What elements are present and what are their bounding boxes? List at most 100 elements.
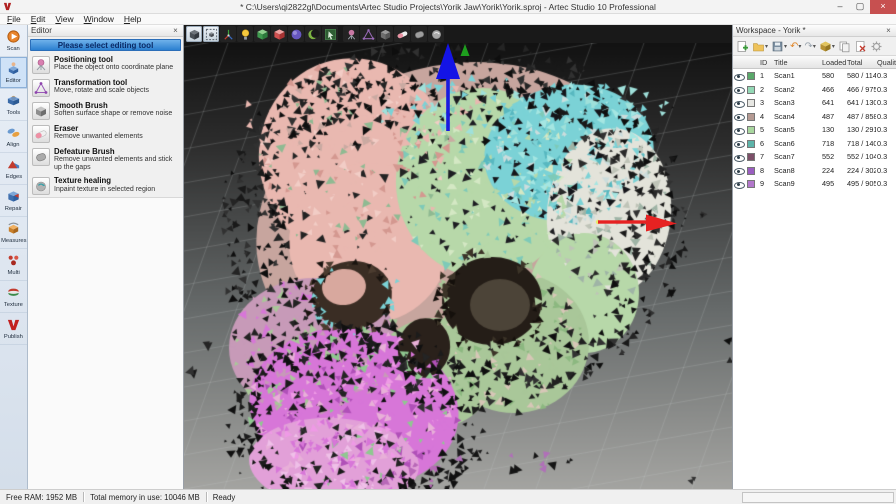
add-scan-button[interactable] bbox=[735, 39, 750, 54]
sidebar-item-edges[interactable]: Edges bbox=[0, 153, 27, 185]
column-header-id[interactable]: ID bbox=[759, 58, 773, 67]
z-axis-arrow[interactable] bbox=[436, 43, 460, 131]
transformation-tool-button[interactable] bbox=[360, 26, 376, 42]
tool-transformation[interactable]: Transformation toolMove, rotate and scal… bbox=[28, 76, 183, 99]
menu-view[interactable]: View bbox=[50, 14, 78, 24]
sidebar-item-editor[interactable]: Editor bbox=[0, 57, 27, 89]
table-row[interactable]: 5Scan5130130 / 291Mb0.3 bbox=[733, 123, 896, 137]
light-bulb-icon bbox=[239, 28, 252, 41]
menu-help[interactable]: Help bbox=[119, 14, 146, 24]
tool-positioning[interactable]: Positioning toolPlace the object onto co… bbox=[28, 53, 183, 76]
column-header-title[interactable]: Title bbox=[773, 58, 821, 67]
visibility-eye-icon[interactable] bbox=[733, 138, 746, 148]
undo-button[interactable]: ↶▾ bbox=[789, 39, 802, 54]
sidebar-item-texture[interactable]: Texture bbox=[0, 281, 27, 313]
scan-loaded: 641 bbox=[821, 98, 846, 107]
table-row[interactable]: 8Scan8224224 / 302Mb0.3 bbox=[733, 164, 896, 178]
workspace-panel-close-icon[interactable]: × bbox=[884, 26, 893, 35]
import-button[interactable]: ▾ bbox=[751, 39, 769, 54]
visibility-eye-icon[interactable] bbox=[733, 165, 746, 175]
scan-color-swatch bbox=[746, 85, 759, 94]
tool-eraser[interactable]: EraserRemove unwanted elements bbox=[28, 122, 183, 145]
scan-quality: 0.3 bbox=[876, 85, 896, 94]
package-button[interactable]: ▾ bbox=[818, 39, 836, 54]
visibility-eye-icon[interactable] bbox=[733, 179, 746, 189]
sidebar-item-repair[interactable]: Repair bbox=[0, 185, 27, 217]
save-button[interactable]: ▾ bbox=[770, 39, 788, 54]
visibility-eye-icon[interactable] bbox=[733, 125, 746, 135]
axes-button[interactable] bbox=[220, 26, 236, 42]
redo-caret-icon: ▾ bbox=[813, 43, 816, 50]
statusbar: Free RAM: 1952 MB Total memory in use: 1… bbox=[0, 489, 896, 504]
positioning-tool-icon bbox=[32, 56, 50, 74]
lighting-button[interactable] bbox=[237, 26, 253, 42]
x-axis-arrow[interactable] bbox=[596, 215, 677, 232]
sidebar-item-tools[interactable]: Tools bbox=[0, 89, 27, 121]
defeature-brush-button[interactable] bbox=[411, 26, 427, 42]
column-header-loaded[interactable]: Loaded bbox=[821, 58, 846, 67]
selection-button[interactable] bbox=[322, 26, 338, 42]
table-row[interactable]: 2Scan2466466 / 975Mb0.3 bbox=[733, 83, 896, 97]
sidebar-item-publish[interactable]: Publish bbox=[0, 313, 27, 345]
table-row[interactable]: 1Scan1580580 / 1145Mb0.3 bbox=[733, 69, 896, 83]
duplicate-button[interactable] bbox=[837, 39, 852, 54]
green-cube-button[interactable] bbox=[254, 26, 270, 42]
ready-status: Ready bbox=[207, 492, 242, 503]
settings-button[interactable] bbox=[869, 39, 884, 54]
menu-file[interactable]: File bbox=[2, 14, 26, 24]
sidebar-item-align[interactable]: Align bbox=[0, 121, 27, 153]
viewport-3d[interactable]: x bbox=[184, 43, 732, 489]
sphere-view-button[interactable] bbox=[288, 26, 304, 42]
texture-healing-button[interactable] bbox=[428, 26, 444, 42]
table-row[interactable]: 3Scan3641641 / 1306Mb0.3 bbox=[733, 96, 896, 110]
red-cube-button[interactable] bbox=[271, 26, 287, 42]
scan-id: 7 bbox=[759, 152, 773, 161]
close-button[interactable]: × bbox=[870, 0, 896, 14]
menu-edit[interactable]: Edit bbox=[26, 14, 51, 24]
visibility-eye-icon[interactable] bbox=[733, 152, 746, 162]
maximize-button[interactable]: ▢ bbox=[850, 0, 870, 14]
positioning-tool-button[interactable] bbox=[343, 26, 359, 42]
eraser-small-icon bbox=[396, 28, 409, 41]
scan-title: Scan6 bbox=[773, 139, 821, 148]
sidebar-item-measures[interactable]: Measures bbox=[0, 217, 27, 249]
scan-loaded: 224 bbox=[821, 166, 846, 175]
delete-scan-icon bbox=[854, 40, 867, 53]
crescent-button[interactable] bbox=[305, 26, 321, 42]
tool-smooth-brush[interactable]: Smooth BrushSoften surface shape or remo… bbox=[28, 99, 183, 122]
table-row[interactable]: 9Scan9495495 / 905Mb0.3 bbox=[733, 177, 896, 191]
shaded-view-button[interactable] bbox=[186, 26, 202, 42]
visibility-eye-icon[interactable] bbox=[733, 111, 746, 121]
minimize-button[interactable]: – bbox=[830, 0, 850, 14]
menu-window[interactable]: Window bbox=[79, 14, 119, 24]
table-row[interactable]: 7Scan7552552 / 1045Mb0.3 bbox=[733, 150, 896, 164]
scan-icon bbox=[6, 29, 21, 44]
publish-icon bbox=[6, 317, 21, 332]
visibility-eye-icon[interactable] bbox=[733, 71, 746, 81]
texture-healing-icon bbox=[32, 177, 50, 195]
visibility-eye-icon[interactable] bbox=[733, 84, 746, 94]
column-header-total[interactable]: Total bbox=[846, 58, 876, 67]
scan-id: 5 bbox=[759, 125, 773, 134]
table-row[interactable]: 6Scan6718718 / 1401Mb0.3 bbox=[733, 137, 896, 151]
sidebar-item-multi[interactable]: Multi bbox=[0, 249, 27, 281]
undo-icon: ↶ bbox=[790, 40, 798, 53]
tool-defeature-brush[interactable]: Defeature BrushRemove unwanted elements … bbox=[28, 145, 183, 174]
eraser-button[interactable] bbox=[394, 26, 410, 42]
fit-view-button[interactable] bbox=[203, 26, 219, 42]
editor-banner: Please select editing tool bbox=[30, 39, 181, 51]
smooth-brush-button[interactable] bbox=[377, 26, 393, 42]
delete-scan-button[interactable] bbox=[853, 39, 868, 54]
settings-gear-icon bbox=[870, 40, 883, 53]
scan-total: 552 / 1045Mb bbox=[846, 152, 876, 161]
y-axis-arrow[interactable] bbox=[461, 44, 470, 56]
visibility-eye-icon[interactable] bbox=[733, 98, 746, 108]
menubar: File Edit View Window Help bbox=[0, 14, 896, 25]
scan-total: 130 / 291Mb bbox=[846, 125, 876, 134]
table-row[interactable]: 4Scan4487487 / 858Mb0.3 bbox=[733, 110, 896, 124]
redo-button[interactable]: ↷▾ bbox=[803, 39, 816, 54]
editor-panel-close-icon[interactable]: × bbox=[171, 26, 180, 35]
column-header-quality[interactable]: Quality bbox=[876, 58, 896, 67]
tool-texture-healing[interactable]: Texture healingInpaint texture in select… bbox=[28, 174, 183, 197]
sidebar-item-scan[interactable]: Scan bbox=[0, 25, 27, 57]
